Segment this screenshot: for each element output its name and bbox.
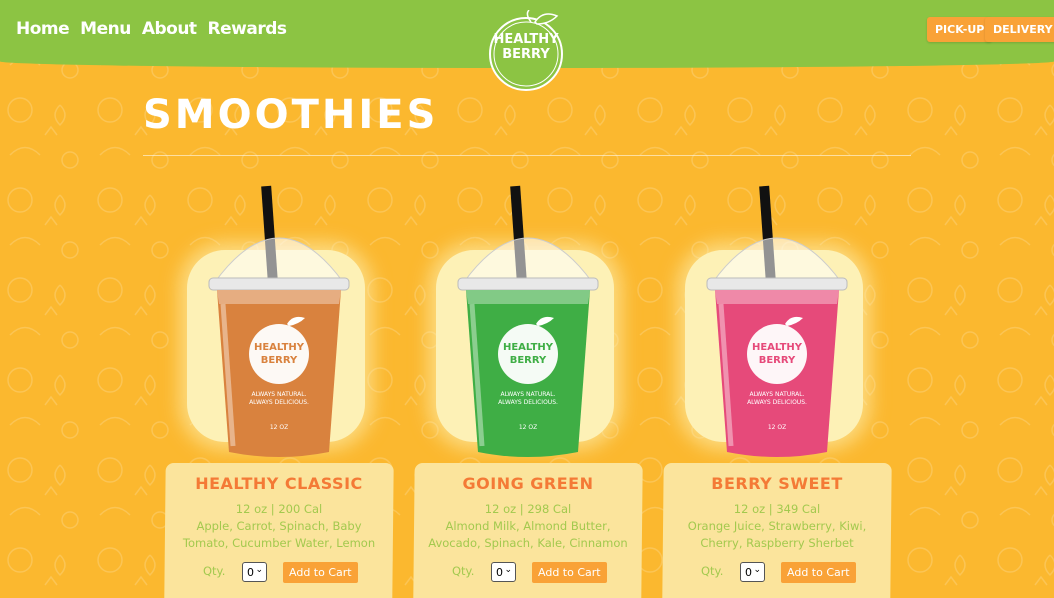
qty-label: Qty. — [203, 564, 226, 578]
pickup-button[interactable]: PICK-UP — [927, 17, 993, 42]
chevron-down-icon: ⌄ — [504, 565, 512, 575]
product-name: GOING GREEN — [462, 474, 594, 493]
qty-value: 0 — [496, 565, 503, 579]
product-size-calories: 12 oz | 349 Cal — [733, 502, 821, 516]
product-name: HEALTHY CLASSIC — [195, 474, 363, 493]
nav-about-link[interactable]: About — [142, 19, 197, 39]
qty-select[interactable]: 0 ⌄ — [242, 562, 267, 582]
chevron-down-icon: ⌄ — [753, 565, 761, 575]
healthy-berry-logo[interactable]: HEALTHY BERRY — [487, 9, 565, 92]
qty-value: 0 — [745, 565, 752, 579]
svg-text:HEALTHY: HEALTHY — [752, 342, 803, 353]
product-card: ALWAYS NATURAL. ALWAYS DELICIOUS. 12 OZ … — [662, 178, 892, 598]
delivery-button[interactable]: DELIVERY — [985, 17, 1054, 42]
svg-text:ALWAYS DELICIOUS.: ALWAYS DELICIOUS. — [249, 399, 309, 406]
product-card: ALWAYS NATURAL. ALWAYS DELICIOUS. 12 OZ … — [413, 178, 643, 598]
svg-text:HEALTHY: HEALTHY — [503, 342, 554, 353]
product-card: ALWAYS NATURAL. ALWAYS DELICIOUS. 12 OZ … — [164, 178, 394, 598]
smoothie-cup-image: ALWAYS NATURAL. ALWAYS DELICIOUS. 12 OZ … — [457, 185, 599, 457]
add-to-cart-button[interactable]: Add to Cart — [283, 562, 358, 583]
nav-rewards-link[interactable]: Rewards — [208, 19, 287, 39]
qty-label: Qty. — [452, 564, 475, 578]
qty-value: 0 — [247, 565, 254, 579]
qty-select[interactable]: 0 ⌄ — [491, 562, 516, 582]
product-size-calories: 12 oz | 298 Cal — [484, 502, 572, 516]
product-ingredients: Orange Juice, Strawberry, Kiwi, Cherry, … — [687, 519, 867, 550]
chevron-down-icon: ⌄ — [255, 565, 263, 575]
svg-text:ALWAYS DELICIOUS.: ALWAYS DELICIOUS. — [747, 399, 807, 406]
add-to-cart-button[interactable]: Add to Cart — [781, 562, 856, 583]
qty-label: Qty. — [701, 564, 724, 578]
smoothie-cup-image: ALWAYS NATURAL. ALWAYS DELICIOUS. 12 OZ … — [208, 185, 350, 457]
svg-text:BERRY: BERRY — [261, 355, 298, 366]
svg-text:BERRY: BERRY — [759, 355, 796, 366]
qty-select[interactable]: 0 ⌄ — [740, 562, 765, 582]
svg-text:ALWAYS DELICIOUS.: ALWAYS DELICIOUS. — [498, 399, 558, 406]
svg-text:12 OZ: 12 OZ — [519, 424, 537, 431]
smoothie-cup-image: ALWAYS NATURAL. ALWAYS DELICIOUS. 12 OZ … — [706, 185, 848, 457]
svg-text:12 OZ: 12 OZ — [270, 424, 288, 431]
product-ingredients: Apple, Carrot, Spinach, Baby Tomato, Cuc… — [182, 519, 376, 550]
svg-text:ALWAYS NATURAL.: ALWAYS NATURAL. — [252, 391, 307, 398]
svg-text:HEALTHY: HEALTHY — [254, 342, 305, 353]
svg-text:12 OZ: 12 OZ — [768, 424, 786, 431]
svg-text:ALWAYS NATURAL.: ALWAYS NATURAL. — [750, 391, 805, 398]
nav-menu-link[interactable]: Menu — [80, 19, 131, 39]
svg-text:BERRY: BERRY — [510, 355, 547, 366]
logo-text: HEALTHY BERRY — [487, 32, 565, 62]
logo-line-1: HEALTHY — [493, 32, 559, 47]
svg-text:ALWAYS NATURAL.: ALWAYS NATURAL. — [501, 391, 556, 398]
add-to-cart-button[interactable]: Add to Cart — [532, 562, 607, 583]
main-nav: Home Menu About Rewards — [16, 19, 287, 39]
title-divider — [143, 155, 911, 156]
page-title: SMOOTHIES — [143, 92, 439, 138]
product-size-calories: 12 oz | 200 Cal — [235, 502, 323, 516]
product-ingredients: Almond Milk, Almond Butter, Avocado, Spi… — [428, 519, 628, 550]
product-name: BERRY SWEET — [711, 474, 843, 493]
nav-home-link[interactable]: Home — [16, 19, 70, 39]
logo-line-2: BERRY — [502, 47, 550, 62]
